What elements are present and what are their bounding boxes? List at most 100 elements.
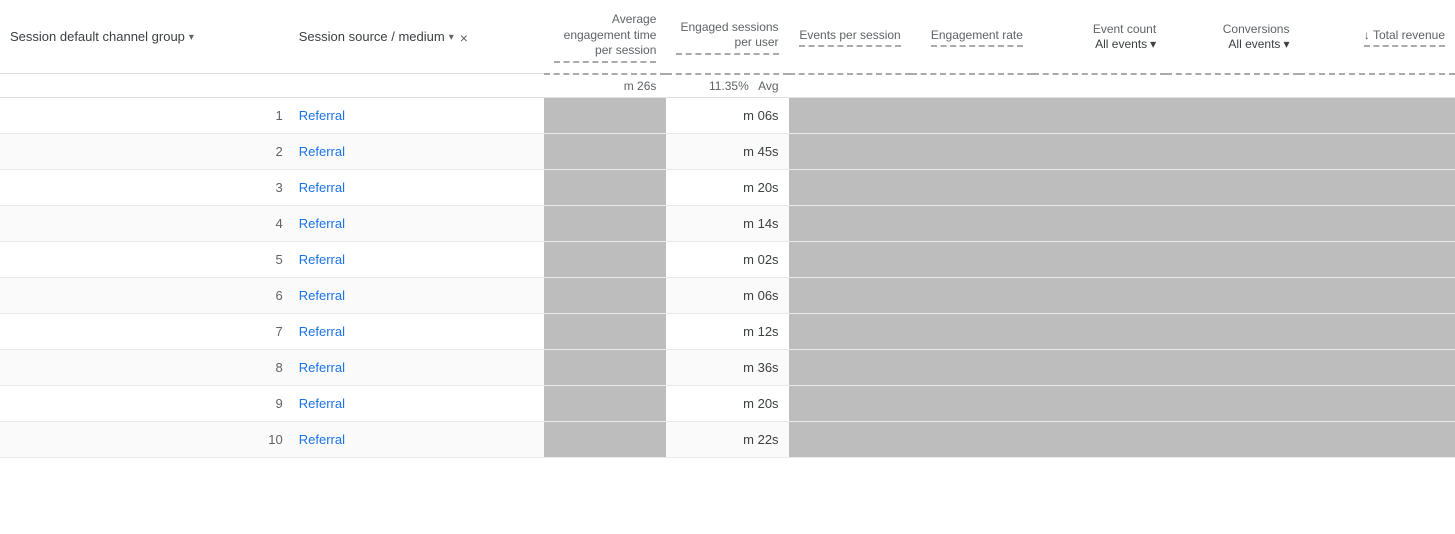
row-number: 9: [0, 385, 289, 421]
channel-value[interactable]: Referral: [289, 421, 544, 457]
total-revenue-header[interactable]: ↓ Total revenue: [1299, 0, 1455, 74]
total-revenue-label: ↓ Total revenue: [1364, 28, 1445, 48]
table-row: 6Referral m 06s: [0, 277, 1455, 313]
gray-overlay-cell: [1033, 277, 1166, 313]
gray-overlay-cell: [1166, 277, 1299, 313]
gray-overlay-cell: [911, 205, 1033, 241]
row-number: 8: [0, 349, 289, 385]
event-count-dropdown[interactable]: All events ▾: [1095, 37, 1156, 53]
source-medium-value: [544, 97, 666, 133]
engaged-sessions-header: Engaged sessions per user: [666, 0, 788, 74]
avg-conversions: [1166, 74, 1299, 98]
avg-time: m 26s: [544, 74, 666, 98]
gray-overlay-cell: [1166, 241, 1299, 277]
gray-overlay-cell: [789, 277, 911, 313]
time-value: m 06s: [666, 277, 788, 313]
table-row: 7Referralm 12s: [0, 313, 1455, 349]
time-value: m 12s: [666, 313, 788, 349]
time-value: m 22s: [666, 421, 788, 457]
gray-overlay-cell: [789, 205, 911, 241]
channel-value[interactable]: Referral: [289, 313, 544, 349]
engagement-rate-label: Engagement rate: [931, 28, 1023, 48]
channel-value[interactable]: Referral: [289, 385, 544, 421]
gray-overlay-cell: [911, 241, 1033, 277]
events-per-session-header: Events per session: [789, 0, 911, 74]
channel-value[interactable]: Referral: [289, 241, 544, 277]
row-number: 5: [0, 241, 289, 277]
source-medium-value: [544, 313, 666, 349]
gray-overlay-cell: [789, 421, 911, 457]
channel-dropdown-icon[interactable]: ▾: [189, 31, 194, 44]
row-number: 3: [0, 169, 289, 205]
gray-overlay-cell: [1166, 385, 1299, 421]
table-row: 10Referralm 22s: [0, 421, 1455, 457]
gray-overlay-cell: [1033, 97, 1166, 133]
avg-engagement-label: Average engagement time per session: [554, 12, 656, 63]
source-dropdown-icon[interactable]: ▾: [449, 31, 454, 44]
gray-overlay-cell: [1033, 241, 1166, 277]
channel-value[interactable]: Referral: [289, 97, 544, 133]
gray-overlay-cell: [1166, 169, 1299, 205]
gray-overlay-cell: [911, 421, 1033, 457]
gray-overlay-cell: [911, 277, 1033, 313]
time-value: m 36s: [666, 349, 788, 385]
table-row: 5Referral m 02s: [0, 241, 1455, 277]
source-medium-value: [544, 277, 666, 313]
avg-engagement-rate: [911, 74, 1033, 98]
time-value: m 14s: [666, 205, 788, 241]
event-count-sub-label: All events: [1095, 37, 1147, 53]
gray-overlay-cell: [1299, 313, 1455, 349]
conversions-dropdown[interactable]: All events ▾: [1228, 37, 1289, 53]
gray-overlay-cell: [1033, 349, 1166, 385]
avg-engagement-header: Average engagement time per session: [544, 0, 666, 74]
table-row: 9Referral m 20s: [0, 385, 1455, 421]
time-value: m 02s: [666, 241, 788, 277]
gray-overlay-cell: [1166, 97, 1299, 133]
gray-overlay-cell: [1033, 313, 1166, 349]
row-number: 6: [0, 277, 289, 313]
source-medium-value: [544, 133, 666, 169]
table-row: 8Referral m 36s: [0, 349, 1455, 385]
avg-events-per: [789, 74, 911, 98]
gray-overlay-cell: [1299, 385, 1455, 421]
time-value: m 06s: [666, 97, 788, 133]
average-row: m 26s 11.35% Avg: [0, 74, 1455, 98]
gray-overlay-cell: [1299, 241, 1455, 277]
channel-value[interactable]: Referral: [289, 133, 544, 169]
gray-overlay-cell: [1166, 133, 1299, 169]
gray-overlay-cell: [789, 313, 911, 349]
conversions-header[interactable]: Conversions All events ▾: [1166, 0, 1299, 74]
gray-overlay-cell: [1166, 313, 1299, 349]
avg-event-count: [1033, 74, 1166, 98]
gray-overlay-cell: [789, 133, 911, 169]
gray-overlay-cell: [911, 313, 1033, 349]
engagement-rate-header: Engagement rate: [911, 0, 1033, 74]
conversions-dropdown-icon[interactable]: ▾: [1283, 37, 1289, 53]
event-count-header[interactable]: Event count All events ▾: [1033, 0, 1166, 74]
gray-overlay-cell: [1299, 277, 1455, 313]
gray-overlay-cell: [1033, 421, 1166, 457]
channel-group-label: Session default channel group: [10, 29, 185, 46]
gray-overlay-cell: [1033, 205, 1166, 241]
channel-value[interactable]: Referral: [289, 349, 544, 385]
source-close-icon[interactable]: ×: [460, 29, 468, 47]
gray-overlay-cell: [789, 349, 911, 385]
time-value: m 20s: [666, 385, 788, 421]
table-row: 3Referralm 20s: [0, 169, 1455, 205]
gray-overlay-cell: [789, 169, 911, 205]
channel-group-header[interactable]: Session default channel group ▾: [0, 0, 289, 74]
table-row: 1Referralm 06s: [0, 97, 1455, 133]
gray-overlay-cell: [1166, 205, 1299, 241]
channel-value[interactable]: Referral: [289, 205, 544, 241]
source-medium-label: Session source / medium: [299, 29, 445, 46]
source-medium-header[interactable]: Session source / medium ▾ ×: [289, 0, 544, 74]
channel-value[interactable]: Referral: [289, 169, 544, 205]
source-medium-value: [544, 205, 666, 241]
table-row: 2Referralm 45s: [0, 133, 1455, 169]
event-count-dropdown-icon[interactable]: ▾: [1150, 37, 1156, 53]
channel-value[interactable]: Referral: [289, 277, 544, 313]
analytics-table: Session default channel group ▾ Session …: [0, 0, 1455, 534]
source-medium-value: [544, 169, 666, 205]
event-count-label: Event count: [1043, 22, 1156, 38]
gray-overlay-cell: [1033, 169, 1166, 205]
